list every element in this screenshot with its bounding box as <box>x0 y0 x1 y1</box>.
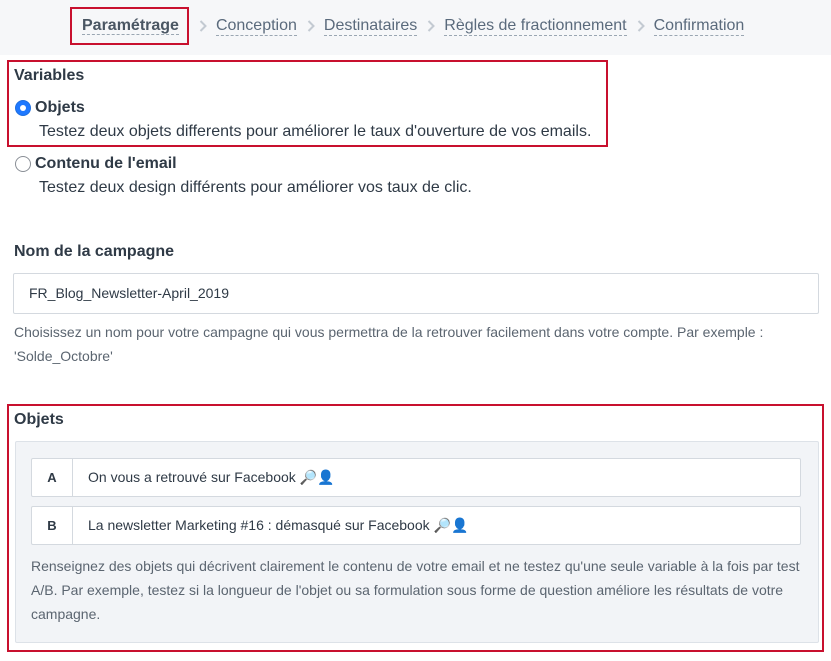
subject-input-a[interactable]: On vous a retrouvé sur Facebook 🔎👤 <box>73 469 335 486</box>
breadcrumb: Paramétrage Conception Destinataires Règ… <box>70 7 745 45</box>
subject-text-a: On vous a retrouvé sur Facebook <box>88 469 296 485</box>
chevron-right-icon <box>427 20 436 32</box>
radio-button[interactable] <box>15 156 31 172</box>
magnifier-person-emoji: 🔎👤 <box>433 517 469 533</box>
chevron-right-icon <box>637 20 645 32</box>
campaign-help-line-1: Choisissez un nom pour votre campagne qu… <box>14 324 764 340</box>
objets-help-line-1: Renseignez des objets qui décrivent clai… <box>31 558 800 574</box>
objets-title: Objets <box>14 411 64 428</box>
step-conception[interactable]: Conception <box>215 17 297 36</box>
campaign-name-input[interactable]: FR_Blog_Newsletter-April_2019 <box>13 273 819 314</box>
step-parametrage[interactable]: Paramétrage <box>70 7 189 45</box>
subject-letter-b: B <box>32 507 73 544</box>
objets-help-line-2: A/B. Par exemple, testez si la longueur … <box>31 582 784 598</box>
radio-contenu[interactable]: Contenu de l'email <box>15 155 177 173</box>
radio-button-checked[interactable] <box>15 100 31 116</box>
campaign-name-title: Nom de la campagne <box>14 243 175 260</box>
radio-objets[interactable]: Objets <box>15 99 85 117</box>
radio-contenu-description: Testez deux design différents pour améli… <box>39 179 472 196</box>
radio-objets-description: Testez deux objets differents pour améli… <box>39 123 592 140</box>
chevron-right-icon <box>307 20 315 32</box>
chevron-right-icon <box>199 20 207 32</box>
radio-objets-label: Objets <box>35 99 85 116</box>
step-regles-fractionnement[interactable]: Règles de fractionnement <box>444 17 627 36</box>
variables-title: Variables <box>14 67 85 84</box>
magnifier-person-emoji: 🔎👤 <box>299 469 335 485</box>
subject-text-b: La newsletter Marketing #16 : démasqué s… <box>88 517 430 533</box>
subject-row-a[interactable]: A On vous a retrouvé sur Facebook 🔎👤 <box>31 458 801 497</box>
subject-input-b[interactable]: La newsletter Marketing #16 : démasqué s… <box>73 517 468 534</box>
step-destinataires[interactable]: Destinataires <box>323 17 418 36</box>
campaign-help-line-2: 'Solde_Octobre' <box>14 348 113 364</box>
radio-contenu-label: Contenu de l'email <box>35 155 177 172</box>
subject-row-b[interactable]: B La newsletter Marketing #16 : démasqué… <box>31 506 801 545</box>
step-label: Paramétrage <box>82 17 179 35</box>
subject-letter-a: A <box>32 459 73 496</box>
objets-help-line-3: campagne. <box>31 606 101 622</box>
step-confirmation[interactable]: Confirmation <box>653 17 745 36</box>
